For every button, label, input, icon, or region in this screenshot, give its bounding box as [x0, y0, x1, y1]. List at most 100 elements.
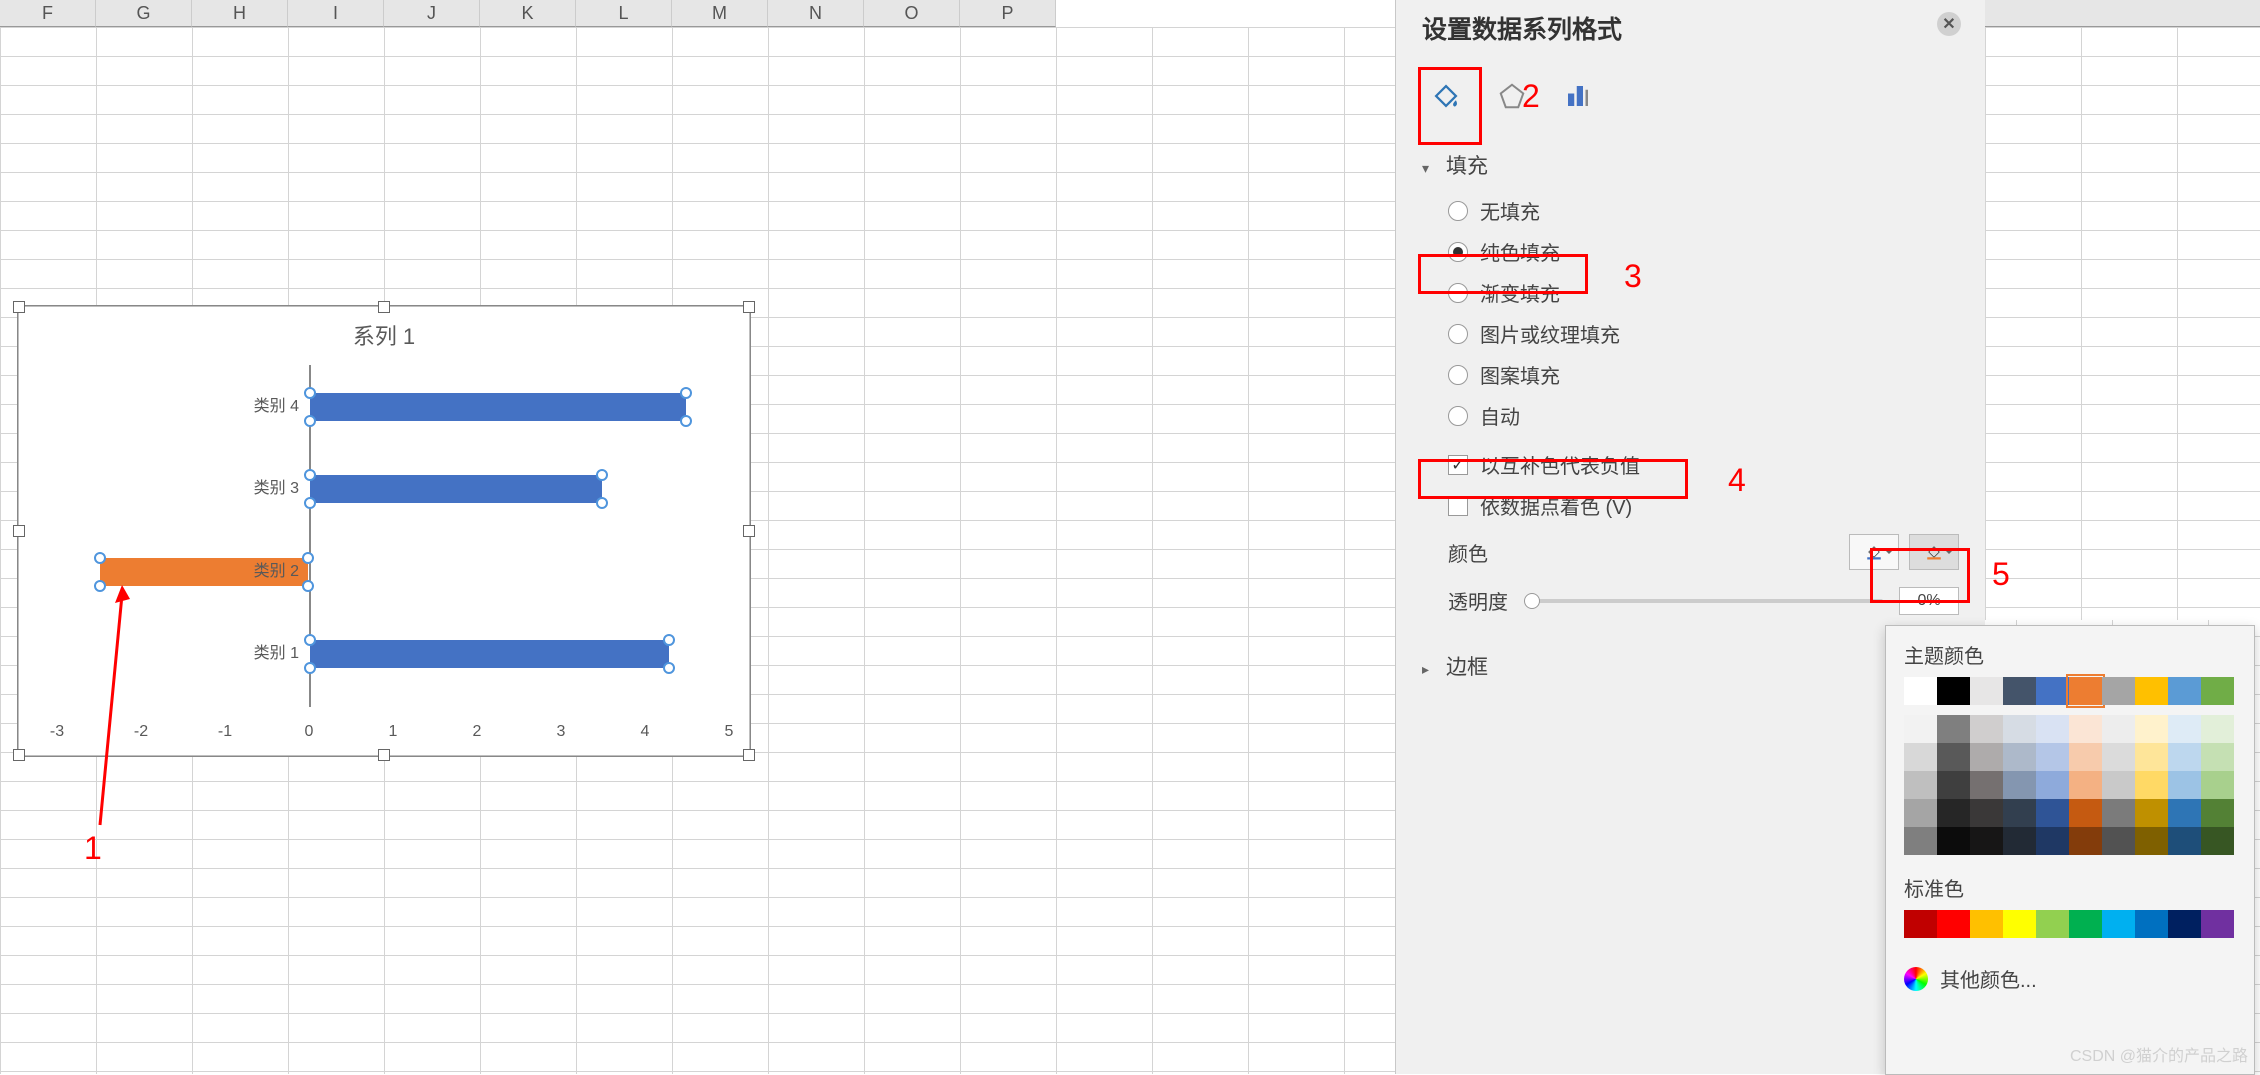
color-swatch[interactable]: [1937, 910, 1970, 938]
color-swatch[interactable]: [2135, 743, 2168, 771]
col-H[interactable]: H: [192, 0, 288, 27]
color-button-negative[interactable]: [1909, 534, 1959, 570]
color-swatch[interactable]: [2102, 799, 2135, 827]
color-swatch[interactable]: [2069, 771, 2102, 799]
color-swatch[interactable]: [2003, 910, 2036, 938]
color-swatch[interactable]: [2036, 910, 2069, 938]
close-icon[interactable]: ✕: [1937, 12, 1961, 36]
color-swatch[interactable]: [2003, 715, 2036, 743]
color-swatch[interactable]: [1937, 743, 1970, 771]
color-swatch[interactable]: [2201, 677, 2234, 705]
color-swatch[interactable]: [2135, 677, 2168, 705]
color-swatch[interactable]: [2201, 771, 2234, 799]
color-swatch[interactable]: [1937, 677, 1970, 705]
color-swatch[interactable]: [2003, 827, 2036, 855]
color-swatch[interactable]: [2201, 743, 2234, 771]
color-swatch[interactable]: [2003, 677, 2036, 705]
color-swatch[interactable]: [1970, 910, 2003, 938]
color-swatch[interactable]: [2003, 799, 2036, 827]
color-swatch[interactable]: [2069, 799, 2102, 827]
color-swatch[interactable]: [2036, 677, 2069, 705]
color-swatch[interactable]: [2201, 827, 2234, 855]
bar-cat4[interactable]: [309, 392, 687, 422]
color-swatch[interactable]: [2102, 827, 2135, 855]
color-swatch[interactable]: [2003, 743, 2036, 771]
border-section-header[interactable]: ▸边框: [1422, 641, 1959, 691]
color-swatch[interactable]: [2168, 715, 2201, 743]
resize-handle[interactable]: [13, 301, 25, 313]
resize-handle[interactable]: [13, 749, 25, 761]
color-swatch[interactable]: [2036, 799, 2069, 827]
fill-pattern[interactable]: 图案填充: [1422, 354, 1959, 395]
color-swatch[interactable]: [2135, 715, 2168, 743]
fill-solid[interactable]: 纯色填充: [1422, 231, 1959, 272]
color-swatch[interactable]: [1904, 677, 1937, 705]
color-swatch[interactable]: [1970, 677, 2003, 705]
color-swatch[interactable]: [2069, 827, 2102, 855]
chart-object[interactable]: 系列 1 类别 4 类别 3 类别 2 类别 1 -3 -2 -1 0 1 2 …: [18, 306, 750, 756]
bar-cat1[interactable]: [309, 639, 670, 669]
color-swatch[interactable]: [2036, 827, 2069, 855]
plot-area[interactable]: 类别 4 类别 3 类别 2 类别 1 -3 -2 -1 0 1 2 3 4 5: [57, 365, 729, 707]
resize-handle[interactable]: [743, 525, 755, 537]
color-swatch[interactable]: [1937, 715, 1970, 743]
fill-picture[interactable]: 图片或纹理填充: [1422, 313, 1959, 354]
color-swatch[interactable]: [1937, 827, 1970, 855]
color-swatch[interactable]: [1970, 827, 2003, 855]
color-swatch[interactable]: [1904, 799, 1937, 827]
fill-none[interactable]: 无填充: [1422, 190, 1959, 231]
resize-handle[interactable]: [378, 301, 390, 313]
color-swatch[interactable]: [2168, 910, 2201, 938]
color-swatch[interactable]: [2102, 771, 2135, 799]
color-swatch[interactable]: [2168, 827, 2201, 855]
color-swatch[interactable]: [2102, 715, 2135, 743]
vary-colors-checkbox[interactable]: 依数据点着色 (V): [1422, 485, 1959, 526]
invert-negative-checkbox[interactable]: ✓以互补色代表负值: [1422, 444, 1959, 485]
color-swatch[interactable]: [2036, 743, 2069, 771]
color-swatch[interactable]: [1970, 771, 2003, 799]
grid-right[interactable]: [1985, 0, 2260, 620]
color-swatch[interactable]: [1904, 715, 1937, 743]
color-swatch[interactable]: [2135, 827, 2168, 855]
color-swatch[interactable]: [2102, 743, 2135, 771]
col-I[interactable]: I: [288, 0, 384, 27]
col-O[interactable]: O: [864, 0, 960, 27]
color-swatch[interactable]: [1970, 715, 2003, 743]
color-swatch[interactable]: [1970, 743, 2003, 771]
resize-handle[interactable]: [378, 749, 390, 761]
color-swatch[interactable]: [1904, 743, 1937, 771]
color-swatch[interactable]: [1904, 827, 1937, 855]
color-swatch[interactable]: [2003, 771, 2036, 799]
color-swatch[interactable]: [2168, 677, 2201, 705]
color-swatch[interactable]: [2201, 715, 2234, 743]
color-swatch[interactable]: [1904, 771, 1937, 799]
col-M[interactable]: M: [672, 0, 768, 27]
color-swatch[interactable]: [2069, 715, 2102, 743]
col-G[interactable]: G: [96, 0, 192, 27]
col-K[interactable]: K: [480, 0, 576, 27]
color-swatch[interactable]: [2135, 910, 2168, 938]
col-N[interactable]: N: [768, 0, 864, 27]
fill-auto[interactable]: 自动: [1422, 395, 1959, 436]
resize-handle[interactable]: [743, 301, 755, 313]
color-swatch[interactable]: [2201, 799, 2234, 827]
col-J[interactable]: J: [384, 0, 480, 27]
fill-gradient[interactable]: 渐变填充: [1422, 272, 1959, 313]
color-swatch[interactable]: [1937, 771, 1970, 799]
transparency-value[interactable]: 0%: [1899, 587, 1959, 615]
color-swatch[interactable]: [2168, 771, 2201, 799]
col-F[interactable]: F: [0, 0, 96, 27]
color-swatch[interactable]: [2102, 677, 2135, 705]
color-swatch[interactable]: [2135, 799, 2168, 827]
color-swatch[interactable]: [1937, 799, 1970, 827]
col-P[interactable]: P: [960, 0, 1056, 27]
color-swatch[interactable]: [2168, 743, 2201, 771]
transparency-slider[interactable]: [1524, 599, 1883, 603]
color-swatch[interactable]: [2069, 677, 2102, 705]
series-options-tab[interactable]: [1558, 76, 1598, 116]
color-swatch[interactable]: [2201, 910, 2234, 938]
color-swatch[interactable]: [2069, 743, 2102, 771]
color-swatch[interactable]: [2135, 771, 2168, 799]
color-swatch[interactable]: [1970, 799, 2003, 827]
color-swatch[interactable]: [2069, 910, 2102, 938]
